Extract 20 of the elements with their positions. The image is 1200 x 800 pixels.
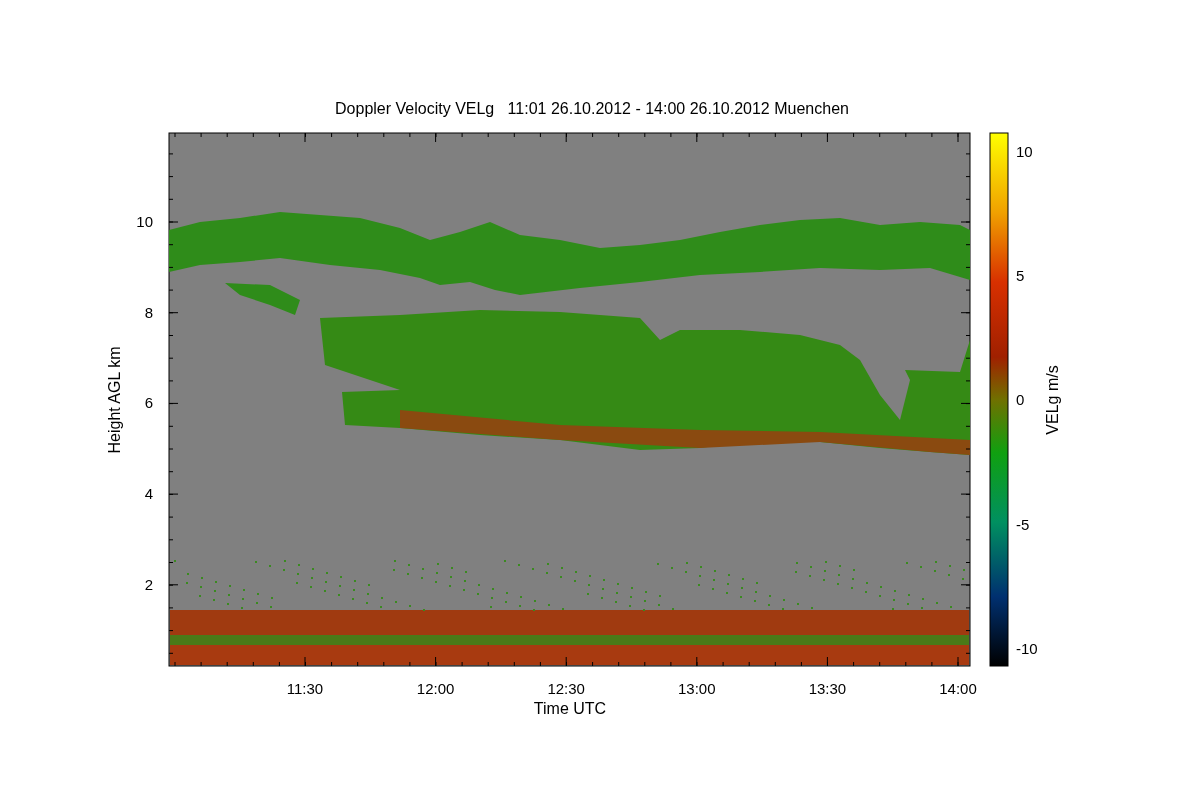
colorbar-tick-label: 5 [1016, 267, 1025, 285]
colorbar-tick-label: 10 [1016, 143, 1033, 160]
x-tick-label: 13:30 [808, 680, 847, 697]
x-tick-label: 13:00 [678, 680, 716, 697]
colorbar-label: VELg m/s [1044, 365, 1061, 435]
x-tick-label: 12:00 [416, 680, 455, 697]
y-axis-label: Height AGL km [106, 346, 123, 454]
x-tick-label: 14:00 [939, 680, 977, 697]
x-axis-label: Time UTC [533, 700, 607, 717]
colorbar-tick-label: -10 [1016, 639, 1038, 657]
colorbar-tick-label: 0 [1016, 391, 1025, 409]
chart-title: Doppler Velocity VELg 11:01 26.10.2012 - 14:00 26.10.2012 Muenchen [335, 100, 849, 117]
x-tick-label: 12:30 [547, 680, 585, 697]
x-tick-label: 11:30 [286, 680, 324, 697]
y-tick-label: 10 [136, 213, 153, 230]
y-tick-label: 2 [144, 575, 153, 593]
y-tick-label: 6 [144, 394, 153, 412]
y-tick-label: 4 [144, 485, 153, 503]
y-tick-label: 8 [144, 303, 153, 321]
colorbar-tick-label: -5 [1016, 515, 1030, 533]
